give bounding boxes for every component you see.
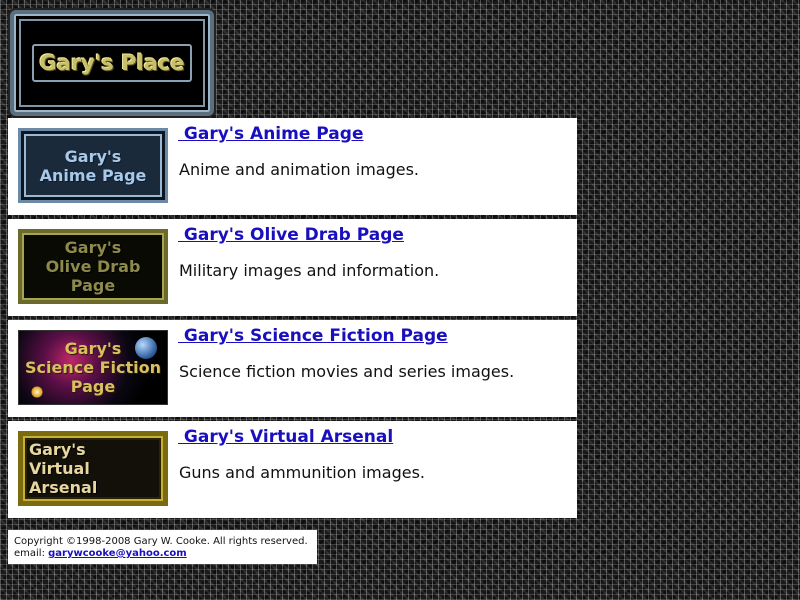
science-fiction-banner-text: Gary's Science Fiction Page bbox=[24, 339, 162, 396]
email-label: email: bbox=[14, 548, 45, 559]
olive-drab-page-banner[interactable]: Gary's Olive Drab Page bbox=[18, 229, 168, 304]
list-item-science-fiction: Gary's Science Fiction Page Gary's Scien… bbox=[8, 320, 577, 417]
list-item-anime: Gary's Anime Page Gary's Anime Page Anim… bbox=[8, 118, 577, 215]
anime-page-banner[interactable]: Gary's Anime Page bbox=[18, 128, 168, 203]
footer: Copyright ©1998-2008 Gary W. Cooke. All … bbox=[8, 530, 317, 564]
copyright-text: Copyright ©1998-2008 Gary W. Cooke. All … bbox=[14, 536, 308, 547]
science-fiction-page-banner[interactable]: Gary's Science Fiction Page bbox=[18, 330, 168, 405]
anime-page-link[interactable]: Gary's Anime Page bbox=[178, 124, 364, 144]
virtual-arsenal-page-banner[interactable]: Gary's Virtual Arsenal bbox=[18, 431, 168, 506]
virtual-arsenal-page-description: Guns and ammunition images. bbox=[179, 463, 425, 482]
link-list: Gary's Anime Page Gary's Anime Page Anim… bbox=[8, 118, 577, 522]
science-fiction-page-link[interactable]: Gary's Science Fiction Page bbox=[178, 326, 448, 346]
email-link[interactable]: garywcooke@yahoo.com bbox=[48, 548, 187, 559]
logo-text: Gary's Place bbox=[39, 51, 185, 75]
olive-drab-page-link[interactable]: Gary's Olive Drab Page bbox=[178, 225, 404, 245]
virtual-arsenal-page-link[interactable]: Gary's Virtual Arsenal bbox=[178, 427, 393, 447]
olive-drab-page-description: Military images and information. bbox=[179, 261, 440, 280]
science-fiction-page-description: Science fiction movies and series images… bbox=[179, 362, 515, 381]
email-line: email: garywcooke@yahoo.com bbox=[14, 548, 317, 560]
list-item-olive-drab: Gary's Olive Drab Page Gary's Olive Drab… bbox=[8, 219, 577, 316]
site-logo: Gary's Place bbox=[10, 10, 214, 116]
list-item-virtual-arsenal: Gary's Virtual Arsenal Gary's Virtual Ar… bbox=[8, 421, 577, 518]
anime-page-description: Anime and animation images. bbox=[179, 160, 420, 179]
